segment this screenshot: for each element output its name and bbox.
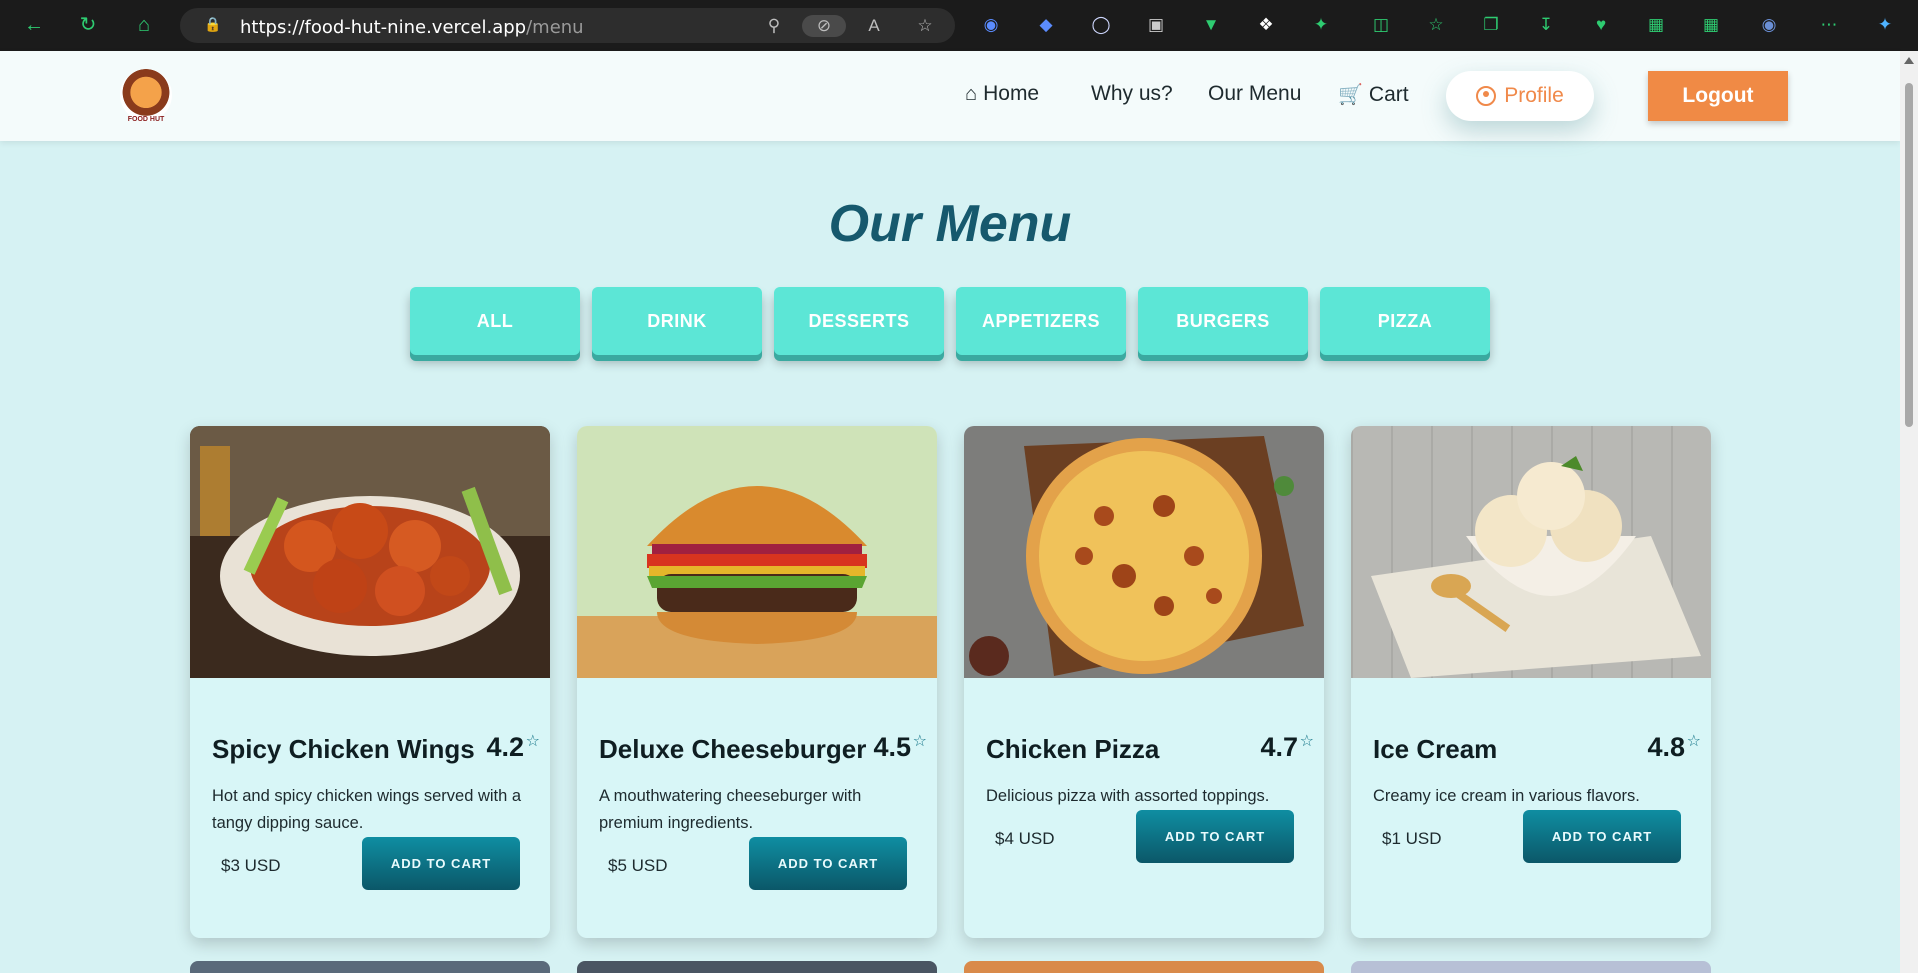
menu-card-peek xyxy=(190,961,550,973)
menu-card: Ice Cream 4.8 ☆ Creamy ice cream in vari… xyxy=(1351,426,1711,938)
item-description: A mouthwatering cheeseburger with premiu… xyxy=(599,787,862,832)
collections-icon[interactable]: ❐ xyxy=(1480,14,1502,36)
address-bar[interactable]: 🔒 https://food-hut-nine.vercel.app/menu … xyxy=(180,8,955,43)
user-circle-icon xyxy=(1476,86,1497,106)
filter-all-button[interactable]: ALL xyxy=(410,287,580,355)
performance-icon[interactable]: ♥ xyxy=(1590,14,1612,36)
ice-cream-image xyxy=(1351,426,1711,678)
chicken-wings-image xyxy=(190,426,550,678)
tracking-prevention-icon[interactable]: ⊘ xyxy=(802,15,846,37)
star-icon: ☆ xyxy=(525,733,540,750)
food-hut-logo[interactable]: FOOD HUT xyxy=(120,69,172,123)
profile-avatar-icon[interactable]: ◉ xyxy=(1758,14,1780,36)
item-price: $3 USD xyxy=(221,856,281,875)
extension-icon[interactable]: ▦ xyxy=(1700,14,1722,36)
downloads-icon[interactable]: ↧ xyxy=(1535,14,1557,36)
item-description: Creamy ice cream in various flavors. xyxy=(1373,787,1640,805)
filter-pizza-button[interactable]: PIZZA xyxy=(1320,287,1490,355)
star-icon: ☆ xyxy=(1686,733,1701,750)
home-browser-icon[interactable]: ⌂ xyxy=(132,13,156,37)
profile-button[interactable]: Profile xyxy=(1446,71,1594,121)
filter-burgers-button[interactable]: BURGERS xyxy=(1138,287,1308,355)
chicken-pizza-image xyxy=(964,426,1324,678)
favorite-star-icon[interactable]: ☆ xyxy=(914,15,936,37)
nav-why-us-label: Why us? xyxy=(1091,82,1173,105)
add-to-cart-button[interactable]: ADD TO CART xyxy=(749,837,907,890)
back-icon[interactable]: ← xyxy=(22,13,46,37)
favorites-icon[interactable]: ☆ xyxy=(1425,14,1447,36)
page-scrollbar[interactable] xyxy=(1900,51,1918,973)
filter-appetizers-button[interactable]: APPETIZERS xyxy=(956,287,1126,355)
add-to-cart-button[interactable]: ADD TO CART xyxy=(1523,810,1681,863)
page-title: Our Menu xyxy=(828,195,1072,253)
extension-icon[interactable]: ◆ xyxy=(1035,14,1057,36)
site-header: FOOD HUT ⌂ Home Why us? Our Menu 🛒 Cart … xyxy=(0,51,1900,141)
category-filters: ALL DRINK DESSERTS APPETIZERS BURGERS PI… xyxy=(410,287,1490,355)
split-screen-icon[interactable]: ◫ xyxy=(1370,14,1392,36)
item-name: Chicken Pizza xyxy=(986,734,1160,764)
logout-button[interactable]: Logout xyxy=(1648,71,1788,121)
nav-cart[interactable]: 🛒 Cart xyxy=(1338,82,1409,107)
nav-cart-label: Cart xyxy=(1368,82,1409,106)
nav-why-us[interactable]: Why us? xyxy=(1091,82,1173,106)
item-price: $5 USD xyxy=(608,856,668,875)
apps-icon[interactable]: ▦ xyxy=(1645,14,1667,36)
zoom-icon[interactable]: ⚲ xyxy=(763,15,785,37)
extension-icon[interactable]: ❖ xyxy=(1255,14,1277,36)
scroll-up-arrow-icon[interactable] xyxy=(1904,57,1914,64)
logo-text: FOOD HUT xyxy=(127,116,165,123)
add-to-cart-button[interactable]: ADD TO CART xyxy=(362,837,520,890)
download-arrow-icon[interactable]: ▼ xyxy=(1200,14,1222,36)
item-rating: 4.7 xyxy=(1260,732,1298,762)
star-icon: ☆ xyxy=(1299,733,1314,750)
lock-icon: 🔒 xyxy=(204,16,222,32)
copilot-icon[interactable]: ✦ xyxy=(1874,14,1896,36)
item-description: Delicious pizza with assorted toppings. xyxy=(986,787,1270,805)
cheeseburger-image xyxy=(577,426,937,678)
filter-drink-button[interactable]: DRINK xyxy=(592,287,762,355)
item-rating: 4.5 xyxy=(873,732,911,762)
nav-home-label: Home xyxy=(983,82,1040,105)
camera-icon[interactable]: ▣ xyxy=(1145,14,1167,36)
profile-label: Profile xyxy=(1504,84,1564,107)
more-icon[interactable]: ⋯ xyxy=(1818,14,1840,36)
filter-desserts-button[interactable]: DESSERTS xyxy=(774,287,944,355)
star-icon: ☆ xyxy=(912,733,927,750)
scroll-thumb[interactable] xyxy=(1905,83,1913,427)
extension-icon[interactable]: ◉ xyxy=(980,14,1002,36)
menu-card-peek xyxy=(577,961,937,973)
item-rating: 4.2 xyxy=(486,732,524,762)
item-name: Deluxe Cheeseburger xyxy=(599,734,867,764)
item-rating: 4.8 xyxy=(1647,732,1685,762)
nav-home[interactable]: ⌂ Home xyxy=(965,82,1039,106)
menu-grid: Spicy Chicken Wings 4.2 ☆ Hot and spicy … xyxy=(190,426,1711,938)
item-name: Ice Cream xyxy=(1373,734,1498,764)
menu-grid-next-row xyxy=(190,961,1711,973)
read-aloud-icon[interactable]: A xyxy=(863,15,885,37)
url-text: https://food-hut-nine.vercel.app/menu xyxy=(240,17,584,38)
refresh-icon[interactable]: ↻ xyxy=(76,13,100,37)
shield-icon[interactable]: ◯ xyxy=(1090,14,1112,36)
cart-icon: 🛒 xyxy=(1338,84,1363,106)
menu-card: Spicy Chicken Wings 4.2 ☆ Hot and spicy … xyxy=(190,426,550,938)
puzzle-icon[interactable]: ✦ xyxy=(1310,14,1332,36)
item-price: $4 USD xyxy=(995,829,1055,848)
item-description: Hot and spicy chicken wings served with … xyxy=(212,787,522,832)
browser-toolbar: ← ↻ ⌂ 🔒 https://food-hut-nine.vercel.app… xyxy=(0,0,1918,51)
nav-our-menu[interactable]: Our Menu xyxy=(1208,82,1301,106)
add-to-cart-button[interactable]: ADD TO CART xyxy=(1136,810,1294,863)
menu-card-peek xyxy=(964,961,1324,973)
home-icon: ⌂ xyxy=(965,82,978,105)
menu-card: Chicken Pizza 4.7 ☆ Delicious pizza with… xyxy=(964,426,1324,938)
item-name: Spicy Chicken Wings xyxy=(212,734,475,764)
menu-card: Deluxe Cheeseburger 4.5 ☆ A mouthwaterin… xyxy=(577,426,937,938)
menu-card-peek xyxy=(1351,961,1711,973)
nav-our-menu-label: Our Menu xyxy=(1208,82,1302,105)
item-price: $1 USD xyxy=(1382,829,1442,848)
